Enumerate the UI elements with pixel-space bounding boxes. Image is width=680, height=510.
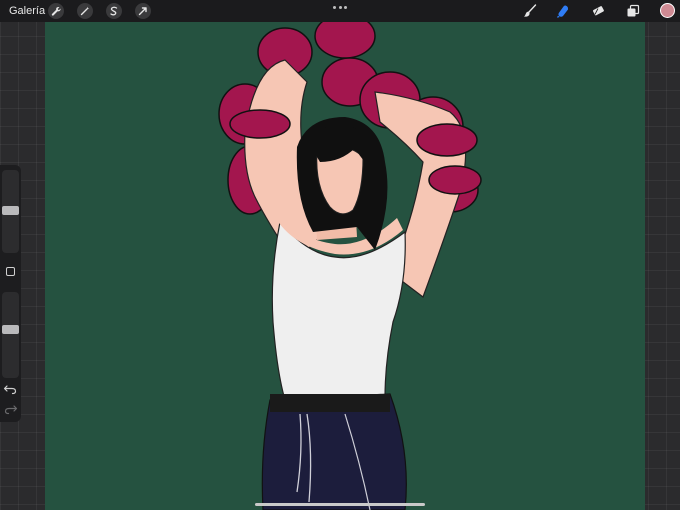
magic-wand-icon: [80, 6, 90, 16]
top-toolbar: Galería: [0, 0, 680, 22]
dot: [338, 5, 342, 9]
undo-arrow-icon[interactable]: [3, 383, 18, 395]
opacity-slider[interactable]: [2, 292, 19, 378]
dot: [344, 5, 347, 9]
wrench-icon: [51, 7, 61, 16]
modify-button[interactable]: [6, 267, 15, 276]
tentacle-coil: [314, 22, 376, 59]
tentacle-coil: [428, 165, 482, 195]
artwork: [45, 22, 645, 510]
home-indicator[interactable]: [255, 503, 425, 506]
selection-button[interactable]: [106, 3, 122, 19]
waistband: [270, 394, 390, 412]
layers-icon: [627, 4, 640, 17]
brush-size-slider[interactable]: [2, 170, 19, 253]
tentacle-coil: [416, 123, 478, 157]
gallery-button[interactable]: Galería: [9, 4, 45, 18]
opacity-thumb[interactable]: [2, 325, 19, 334]
brush-tool-button[interactable]: [521, 2, 539, 20]
transform-button[interactable]: [135, 3, 151, 19]
color-picker-swatch[interactable]: [660, 3, 675, 18]
eraser-icon: [592, 6, 604, 16]
redo-arrow-icon[interactable]: [3, 403, 18, 415]
selection-icon: [110, 6, 118, 16]
smudge-tool-button[interactable]: [554, 2, 572, 20]
eraser-tool-button[interactable]: [589, 2, 607, 20]
drawing-canvas[interactable]: [45, 22, 645, 510]
more-options-handle[interactable]: [333, 3, 347, 11]
brush-size-thumb[interactable]: [2, 206, 19, 215]
dot: [333, 5, 336, 9]
brush-icon: [524, 4, 537, 17]
layers-button[interactable]: [624, 2, 642, 20]
actions-button[interactable]: [48, 3, 64, 19]
smudge-icon: [557, 5, 569, 18]
left-sidebar: [0, 165, 21, 422]
adjustments-button[interactable]: [77, 3, 93, 19]
tentacle-coil: [229, 109, 291, 139]
transform-arrow-icon: [138, 7, 147, 16]
